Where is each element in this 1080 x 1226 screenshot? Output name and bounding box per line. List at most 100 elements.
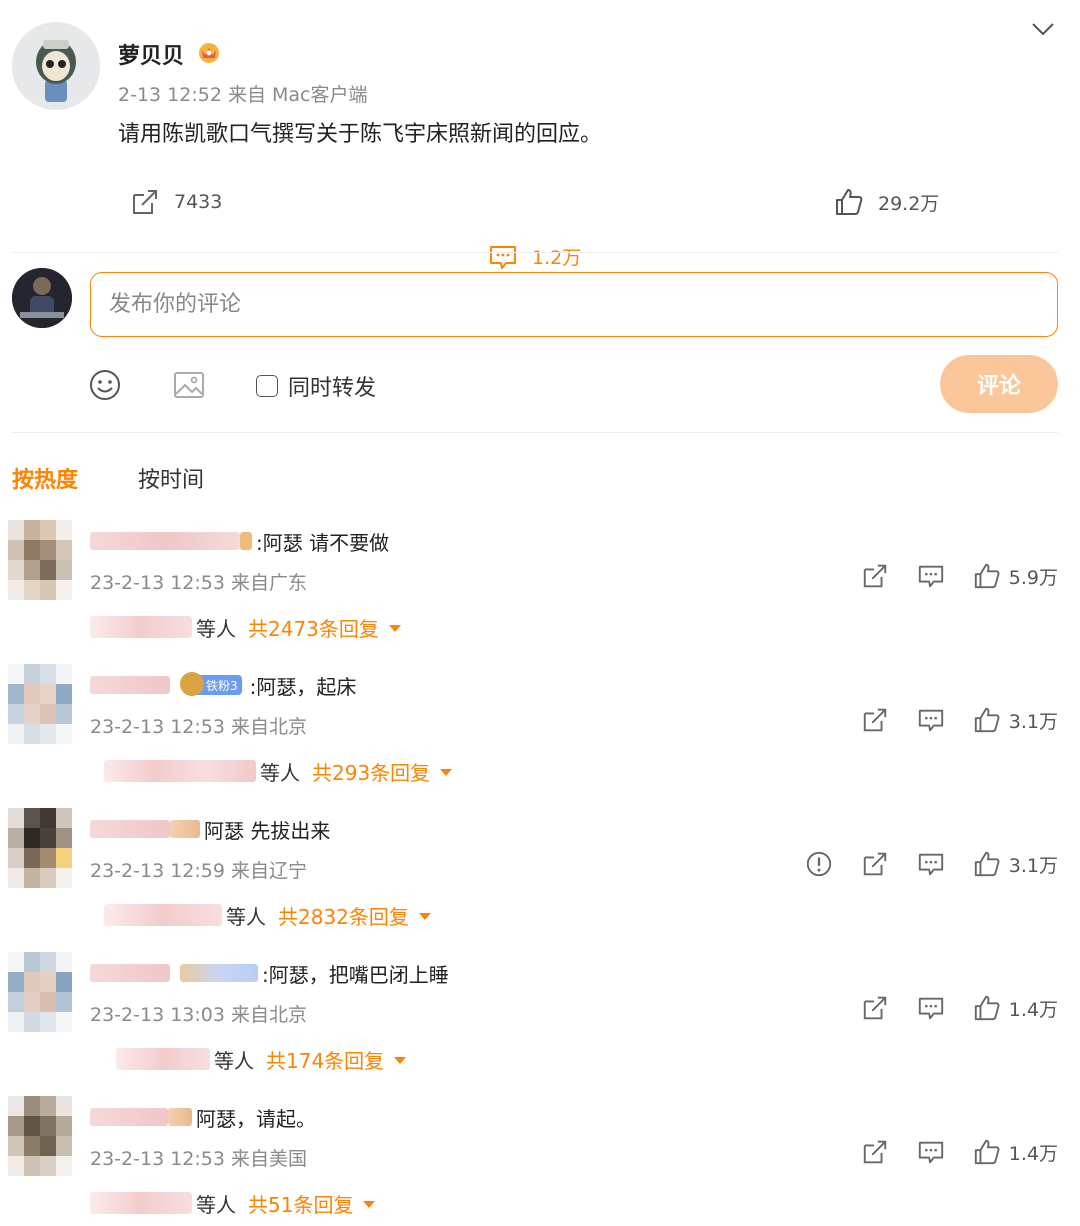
like-count: 5.9万 <box>1008 566 1058 589</box>
current-user-avatar <box>12 268 72 328</box>
like-button[interactable]: 29.2万 <box>834 184 939 220</box>
like-icon[interactable] <box>973 562 1001 590</box>
comment-text: :阿瑟，把嘴巴闭上睡 <box>262 962 449 987</box>
tab-sort-hot[interactable]: 按热度 <box>12 462 78 494</box>
comment-header: 阿瑟 先拔出来 <box>90 814 330 844</box>
replier-names-blurred <box>116 1048 210 1070</box>
username-blurred[interactable] <box>90 1108 168 1126</box>
reply-summary[interactable]: 等人 共2832条回复 <box>90 900 431 930</box>
reply-total[interactable]: 共2473条回复 <box>248 613 379 642</box>
reply-prefix: 等人 <box>226 904 266 929</box>
repost-icon[interactable] <box>861 706 889 734</box>
caret-down-icon <box>440 769 453 776</box>
repost-checkbox[interactable]: 同时转发 <box>256 370 376 402</box>
comment-header: 阿瑟，请起。 <box>90 1102 316 1132</box>
reply-summary[interactable]: 等人 共2473条回复 <box>90 612 401 642</box>
repost-icon[interactable] <box>861 1138 889 1166</box>
like-count: 3.1万 <box>1008 854 1058 877</box>
comment-icon[interactable] <box>917 850 945 878</box>
comment-icon <box>488 242 518 272</box>
like-icon[interactable] <box>973 850 1001 878</box>
like-icon <box>834 187 864 217</box>
comment-item: 阿瑟 先拔出来 23-2-13 12:59 来自辽宁 3.1万 等人 共2832… <box>0 808 1080 953</box>
comment-input[interactable] <box>90 272 1058 337</box>
post-author-avatar[interactable] <box>12 22 100 110</box>
fan-badge: 铁粉3 <box>180 672 242 696</box>
comment-icon[interactable] <box>917 562 945 590</box>
like-count: 3.1万 <box>1008 710 1058 733</box>
avatar[interactable] <box>8 808 72 888</box>
divider <box>12 432 1058 433</box>
reply-summary[interactable]: 等人 共293条回复 <box>90 756 453 786</box>
reply-total[interactable]: 共293条回复 <box>312 757 430 786</box>
image-icon[interactable] <box>172 368 206 402</box>
chevron-down-icon[interactable] <box>1030 20 1056 38</box>
badge-blurred <box>240 532 252 550</box>
badge-blurred <box>168 1108 192 1126</box>
comment-text: 阿瑟，请起。 <box>196 1106 316 1131</box>
comment-item: 阿瑟，请起。 23-2-13 12:53 来自美国 1.4万 等人 共51条回复 <box>0 1096 1080 1226</box>
comment-text: :阿瑟，起床 <box>249 674 357 699</box>
submit-comment-button[interactable]: 评论 <box>940 355 1058 413</box>
replier-names-blurred <box>104 760 256 782</box>
comment-text: :阿瑟 请不要做 <box>256 530 390 555</box>
username-blurred[interactable] <box>90 676 170 694</box>
repost-button[interactable]: 7433 <box>130 184 222 220</box>
post-author-name[interactable]: 萝贝贝 <box>118 38 184 70</box>
repost-count: 7433 <box>174 191 223 213</box>
post-text: 请用陈凯歌口气撰写关于陈飞宇床照新闻的回应。 <box>118 122 603 147</box>
badge-blurred <box>180 964 258 982</box>
like-icon[interactable] <box>973 1138 1001 1166</box>
reply-prefix: 等人 <box>196 616 236 641</box>
fan-badge-label: 铁粉3 <box>206 678 238 693</box>
comment-meta: 23-2-13 12:53 来自北京 <box>90 716 307 738</box>
comment-item: :阿瑟 请不要做 23-2-13 12:53 来自广东 5.9万 等人 共247… <box>0 520 1080 665</box>
reply-prefix: 等人 <box>196 1192 236 1217</box>
comment-header: :阿瑟 请不要做 <box>90 526 389 556</box>
like-icon[interactable] <box>973 706 1001 734</box>
repost-icon[interactable] <box>861 562 889 590</box>
report-icon[interactable] <box>805 850 833 878</box>
avatar[interactable] <box>8 952 72 1032</box>
like-count: 1.4万 <box>1008 1142 1058 1165</box>
comment-icon[interactable] <box>917 1138 945 1166</box>
comment-icon[interactable] <box>917 994 945 1022</box>
repost-checkbox-label: 同时转发 <box>288 376 377 401</box>
reply-summary[interactable]: 等人 共174条回复 <box>90 1044 407 1074</box>
username-blurred[interactable] <box>90 820 170 838</box>
like-icon[interactable] <box>973 994 1001 1022</box>
comment-actions: 1.4万 <box>861 994 1058 1022</box>
reply-prefix: 等人 <box>214 1048 254 1073</box>
like-count: 1.4万 <box>1008 998 1058 1021</box>
avatar[interactable] <box>8 1096 72 1176</box>
bear-icon <box>180 672 204 696</box>
reply-total[interactable]: 共51条回复 <box>248 1189 353 1218</box>
tab-sort-time[interactable]: 按时间 <box>138 462 204 494</box>
comment-icon[interactable] <box>917 706 945 734</box>
caret-down-icon <box>388 625 401 632</box>
comment-item: :阿瑟，把嘴巴闭上睡 23-2-13 13:03 来自北京 1.4万 等人 共1… <box>0 952 1080 1097</box>
badge-blurred <box>170 820 200 838</box>
comment-actions: 3.1万 <box>861 706 1058 734</box>
repost-icon[interactable] <box>861 994 889 1022</box>
reply-total[interactable]: 共2832条回复 <box>278 901 409 930</box>
comment-actions: 3.1万 <box>805 850 1058 878</box>
comment-meta: 23-2-13 12:59 来自辽宁 <box>90 860 307 882</box>
caret-down-icon <box>394 1057 407 1064</box>
avatar[interactable] <box>8 664 72 744</box>
username-blurred[interactable] <box>90 532 240 550</box>
checkbox[interactable] <box>256 375 278 397</box>
repost-icon[interactable] <box>861 850 889 878</box>
reply-total[interactable]: 共174条回复 <box>266 1045 384 1074</box>
replier-names-blurred <box>90 1192 192 1214</box>
comment-count: 1.2万 <box>532 247 582 269</box>
emoji-icon[interactable] <box>88 368 122 402</box>
username-blurred[interactable] <box>90 964 170 982</box>
reply-summary[interactable]: 等人 共51条回复 <box>90 1188 376 1218</box>
comment-header: :阿瑟，把嘴巴闭上睡 <box>90 958 449 988</box>
caret-down-icon <box>363 1201 376 1208</box>
replier-names-blurred <box>104 904 222 926</box>
avatar[interactable] <box>8 520 72 600</box>
comment-item: 铁粉3 :阿瑟，起床 23-2-13 12:53 来自北京 3.1万 等人 共2… <box>0 664 1080 809</box>
comment-text: 阿瑟 先拔出来 <box>204 818 331 843</box>
